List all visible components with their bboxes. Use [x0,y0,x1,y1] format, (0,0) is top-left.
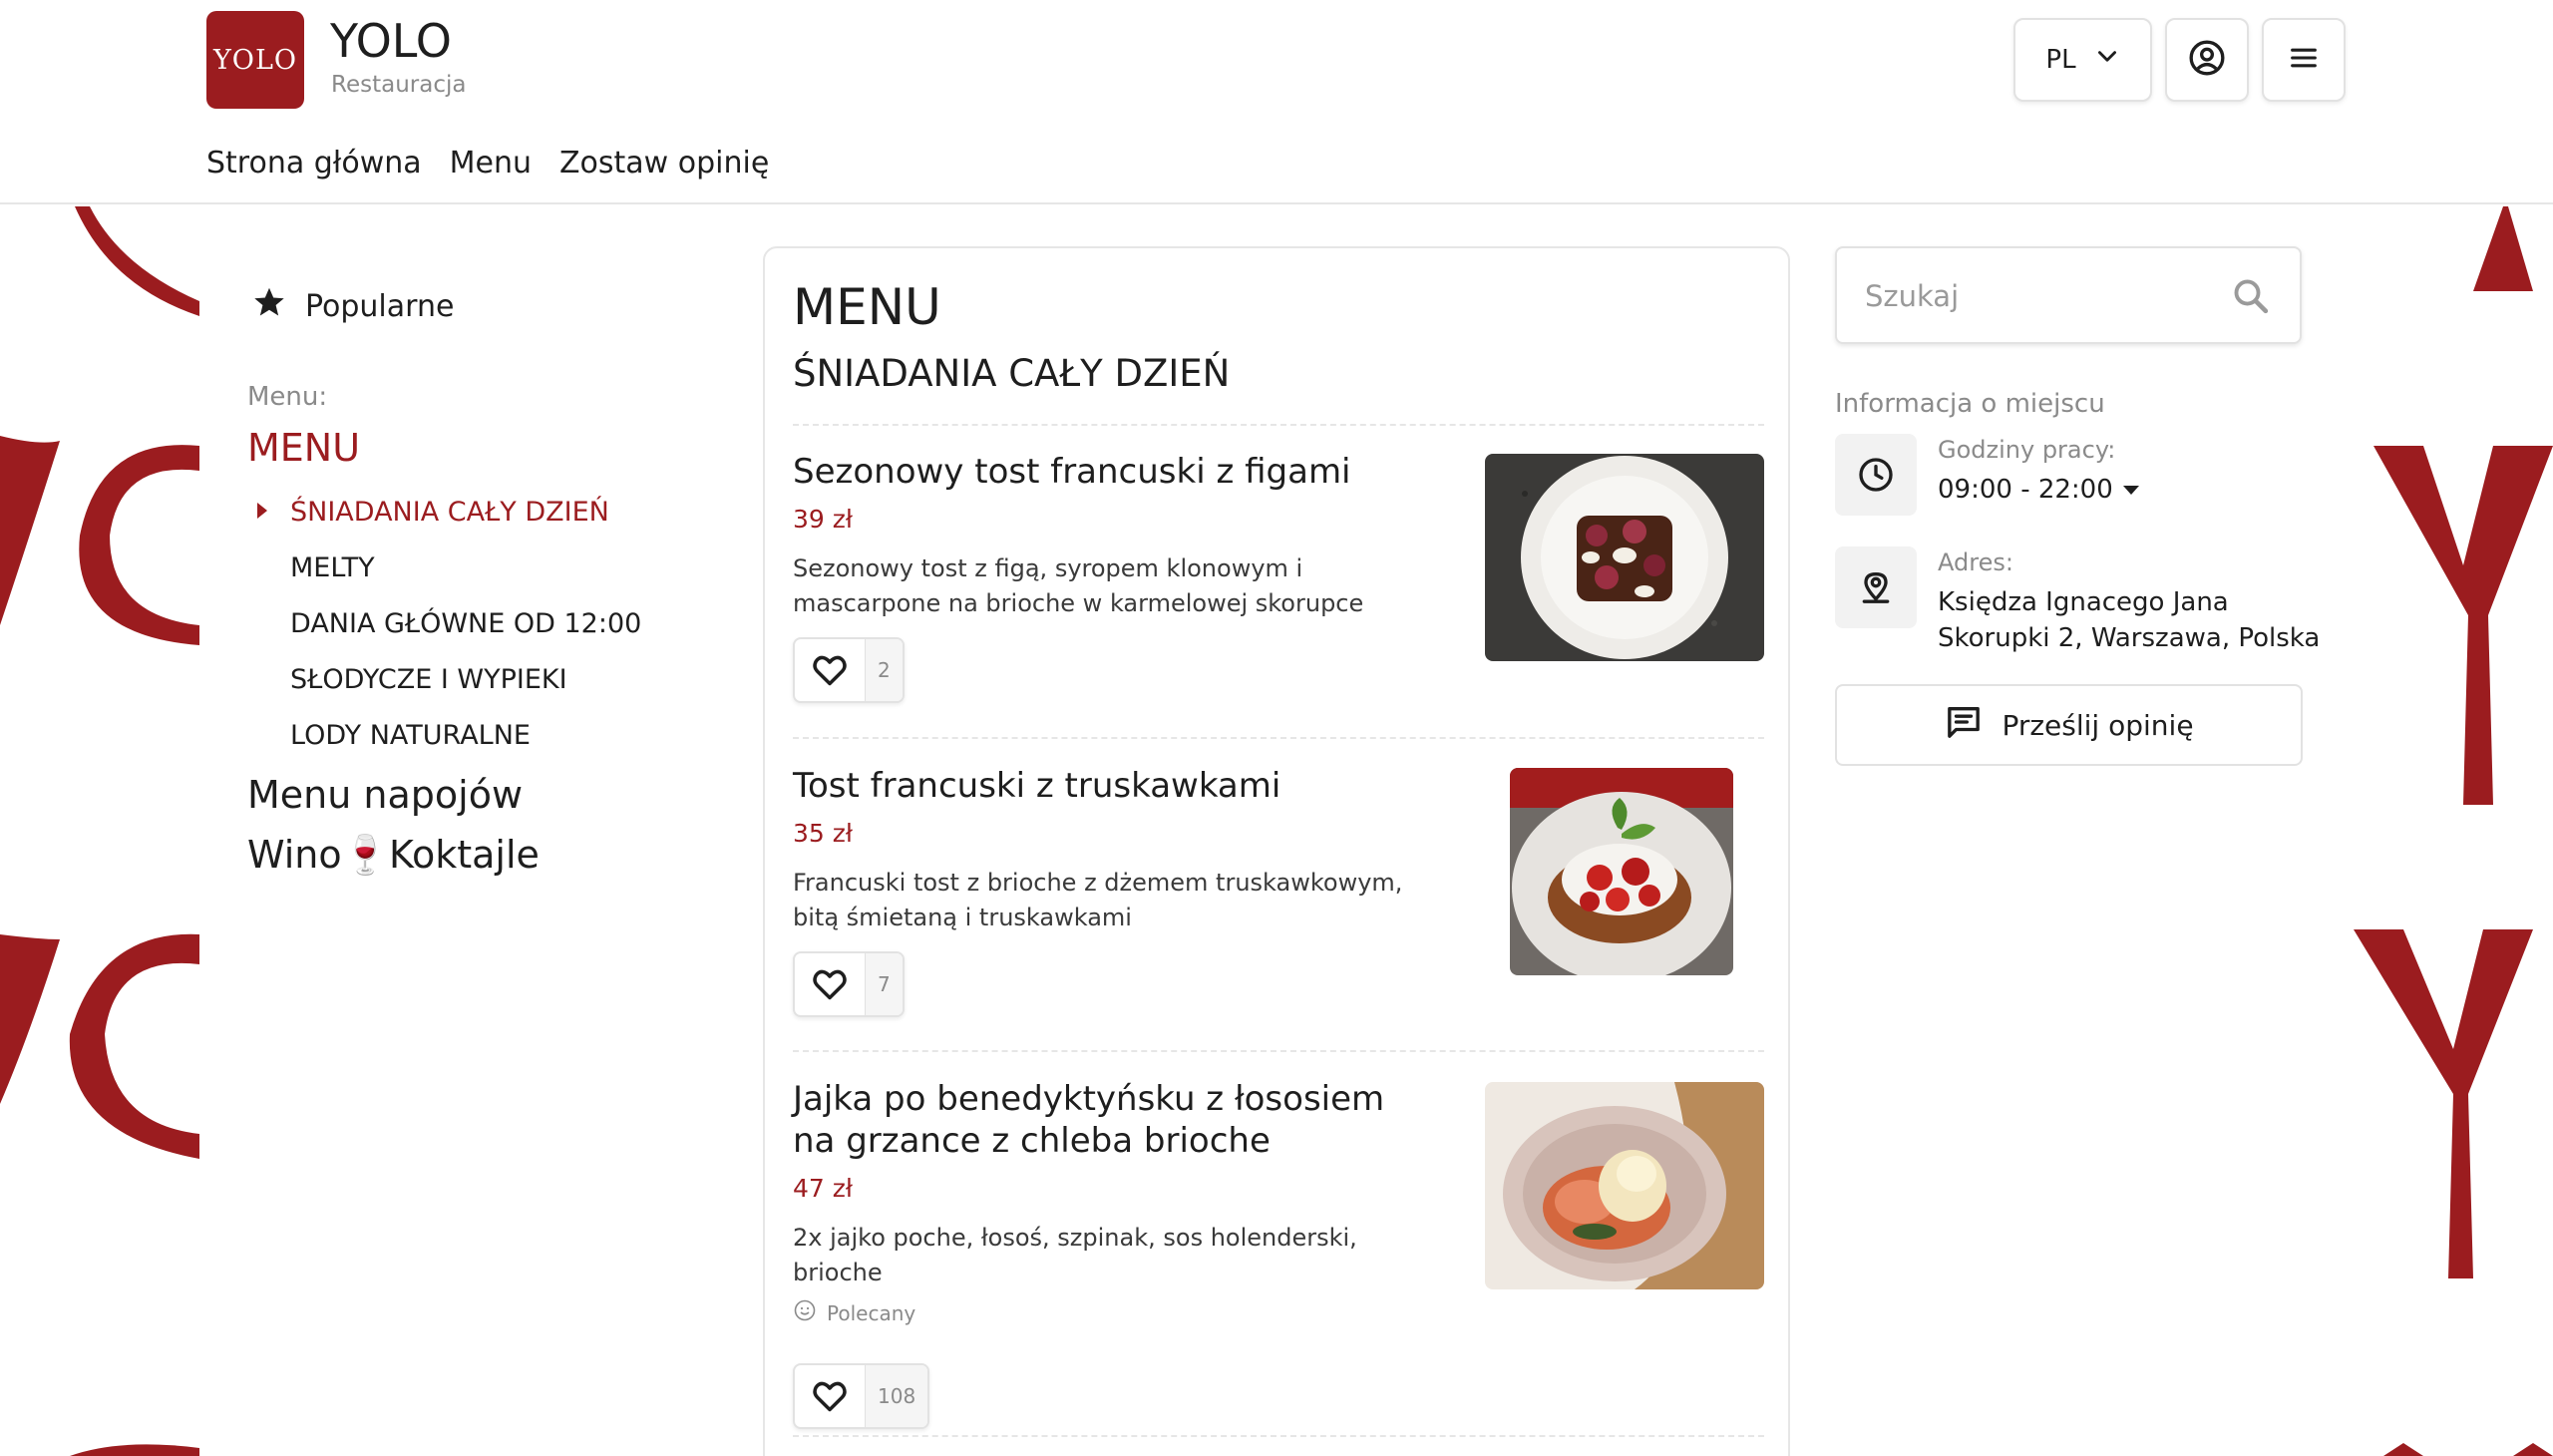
hours-label: Godziny pracy: [1938,436,2116,464]
divider [793,737,1764,739]
search-box [1835,246,2302,344]
recommended-badge: Polecany [793,1298,1764,1327]
language-selector[interactable]: PL [2013,18,2152,102]
item-description: Sezonowy tost z figą, syropem klonowym i… [793,554,1364,617]
address-line-2: Skorupki 2, Warszawa, Polska [1938,623,2321,653]
comment-icon [1944,702,1984,749]
popular-label: Popularne [305,288,455,324]
badge-label: Polecany [827,1300,916,1325]
sidebar-item-melty[interactable]: MELTY [247,540,726,595]
like-count: 2 [865,639,903,701]
place-info-title: Informacja o miejscu [1835,389,2105,419]
popular-link[interactable]: Popularne [251,284,726,328]
hamburger-menu-button[interactable] [2262,18,2346,102]
like-button[interactable]: 7 [793,951,905,1017]
feedback-label: Prześlij opinię [2002,708,2194,742]
clock-icon [1835,434,1917,516]
sidebar-item-lody[interactable]: LODY NATURALNE [247,707,726,763]
divider [793,1435,1764,1437]
search-icon[interactable] [2230,275,2272,321]
item-name: Tost francuski z truskawkami [793,766,1281,806]
sidebar-item-dania-glowne[interactable]: DANIA GŁÓWNE OD 12:00 [247,595,726,651]
account-button[interactable] [2165,18,2249,102]
like-button[interactable]: 2 [793,637,905,703]
item-photo-fig-toast[interactable] [1485,454,1764,661]
item-description: Francuski tost z brioche z dżemem truska… [793,869,1403,931]
subcategory-list: ŚNIADANIA CAŁY DZIEŃ MELTY DANIA GŁÓWNE … [247,484,726,763]
sidebar-item-label: DANIA GŁÓWNE OD 12:00 [290,607,642,639]
nav-home[interactable]: Strona główna [206,146,422,181]
smile-icon [793,1298,817,1327]
sidebar-item-label: ŚNIADANIA CAŁY DZIEŃ [290,496,609,528]
section-title: ŚNIADANIA CAŁY DZIEŃ [793,352,1231,395]
send-feedback-button[interactable]: Prześlij opinię [1835,684,2303,766]
restaurant-logo[interactable]: YOLO [206,11,304,109]
location-pin-icon [1835,546,1917,628]
user-circle-icon [2187,38,2227,82]
main-nav: Strona główna Menu Zostaw opinię [206,146,769,181]
item-name: Sezonowy tost francuski z figami [793,452,1351,492]
sidebar-item-label: SŁODYCZE I WYPIEKI [290,663,567,695]
address-label: Adres: [1938,548,2013,576]
sidebar-wine-cocktails[interactable]: Wino🍷Koktajle [247,827,726,883]
item-name: Jajka po benedyktyńsku z łososiem na grz… [793,1079,1385,1161]
like-count: 108 [865,1365,928,1427]
hours-value: 09:00 - 22:00 [1938,475,2113,505]
hours-dropdown[interactable]: 09:00 - 22:00 [1938,472,2139,508]
like-count: 7 [865,953,903,1015]
address-value: Księdza Ignacego Jana Skorupki 2, Warsza… [1938,584,2320,656]
restaurant-subtitle: Restauracja [331,72,467,98]
menu-sidebar: Popularne Menu: MENU ŚNIADANIA CAŁY DZIE… [247,284,726,883]
site-header: YOLO YOLO Restauracja Strona główna Menu… [0,0,2553,204]
language-label: PL [2045,45,2076,75]
logo-text: YOLO [212,44,298,76]
nav-menu[interactable]: Menu [450,146,532,181]
menu-caption: Menu: [247,382,328,412]
search-input[interactable] [1865,274,2224,318]
sidebar-item-label: LODY NATURALNE [290,719,531,751]
address-line-1: Księdza Ignacego Jana [1938,587,2229,617]
heart-icon [795,953,865,1015]
sidebar-item-label: MELTY [290,551,375,583]
item-description: 2x jajko poche, łosoś, szpinak, sos hole… [793,1224,1357,1286]
item-photo-strawberry-toast[interactable] [1510,768,1733,975]
item-photo-eggs-benedict[interactable] [1485,1082,1764,1289]
hamburger-menu-icon [2287,41,2321,79]
restaurant-name: YOLO [330,14,452,68]
divider [793,1050,1764,1052]
star-icon [251,284,287,328]
sidebar-item-sniadania[interactable]: ŚNIADANIA CAŁY DZIEŃ [247,484,726,540]
heart-icon [795,1365,865,1427]
heart-icon [795,639,865,701]
sidebar-menu-root[interactable]: MENU [247,426,726,470]
caret-right-icon [257,503,267,519]
nav-leave-review[interactable]: Zostaw opinię [559,146,769,181]
sidebar-item-slodycze[interactable]: SŁODYCZE I WYPIEKI [247,651,726,707]
caret-down-icon [2122,485,2139,495]
page-title: MENU [793,278,941,336]
divider [793,424,1764,426]
chevron-down-icon [2094,44,2120,77]
like-button[interactable]: 108 [793,1363,930,1429]
menu-card: MENU ŚNIADANIA CAŁY DZIEŃ Sezonowy tost … [763,246,1790,1456]
sidebar-drinks-menu[interactable]: Menu napojów [247,767,726,823]
